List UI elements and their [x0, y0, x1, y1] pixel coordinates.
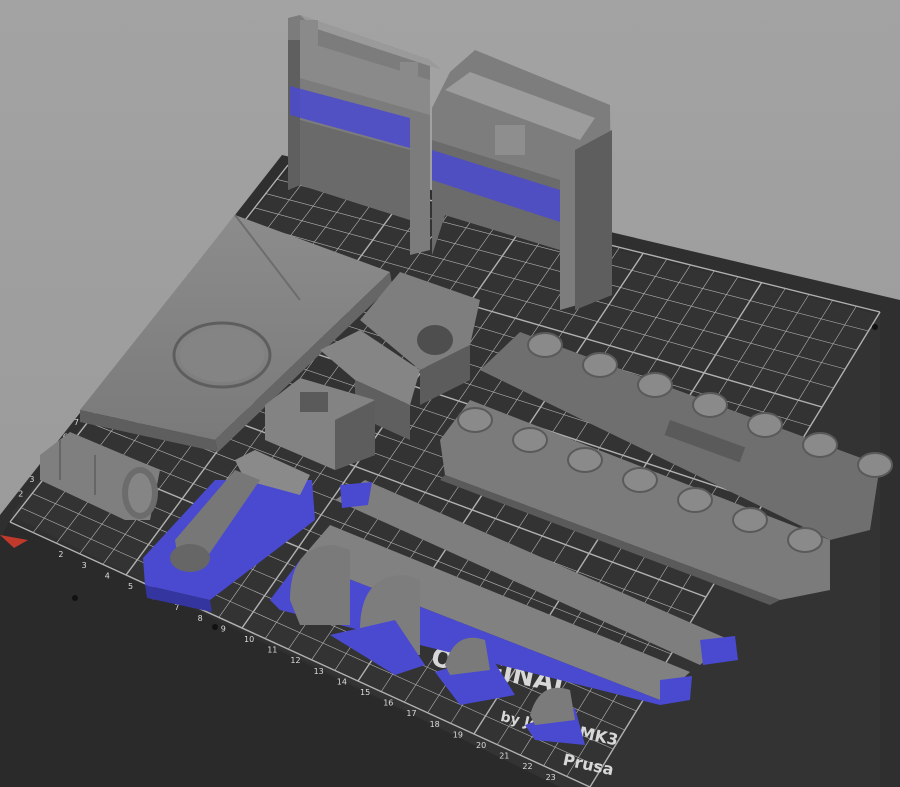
- y-tick-label: 2: [18, 489, 23, 498]
- road-wheel: [457, 407, 493, 433]
- x-tick-label: 11: [267, 646, 277, 655]
- road-wheel: [567, 447, 603, 473]
- x-tick-label: 9: [221, 624, 226, 633]
- y-tick-label: 3: [29, 475, 34, 484]
- y-tick-label: 7: [74, 418, 79, 427]
- x-tick-label: 5: [128, 582, 133, 591]
- road-wheel: [857, 452, 893, 478]
- road-wheel: [787, 527, 823, 553]
- x-tick-label: 16: [383, 699, 393, 708]
- x-tick-label: 10: [244, 635, 254, 644]
- x-tick-label: 21: [499, 752, 509, 761]
- x-tick-label: 19: [453, 730, 463, 739]
- x-tick-label: 3: [82, 561, 87, 570]
- x-tick-label: 17: [406, 709, 416, 718]
- road-wheel: [692, 392, 728, 418]
- road-wheel: [637, 372, 673, 398]
- road-wheel: [747, 412, 783, 438]
- road-wheel: [732, 507, 768, 533]
- x-tick-label: 15: [360, 688, 370, 697]
- 3d-viewport[interactable]: ORIGINAL by Josef MK3 Prusa 234567891011…: [0, 0, 900, 787]
- road-wheel: [527, 332, 563, 358]
- x-tick-label: 23: [546, 773, 556, 782]
- road-wheel: [512, 427, 548, 453]
- scene-canvas[interactable]: ORIGINAL by Josef MK3 Prusa 234567891011…: [0, 0, 900, 787]
- road-wheel: [622, 467, 658, 493]
- x-tick-label: 22: [522, 762, 532, 771]
- x-tick-label: 18: [430, 720, 440, 729]
- road-wheel: [582, 352, 618, 378]
- x-tick-label: 8: [198, 614, 203, 623]
- x-tick-label: 12: [290, 656, 300, 665]
- x-tick-label: 20: [476, 741, 486, 750]
- x-tick-label: 4: [105, 571, 110, 580]
- road-wheel: [802, 432, 838, 458]
- x-tick-label: 13: [314, 667, 324, 676]
- x-tick-label: 14: [337, 677, 347, 686]
- road-wheel: [677, 487, 713, 513]
- x-tick-label: 2: [58, 550, 63, 559]
